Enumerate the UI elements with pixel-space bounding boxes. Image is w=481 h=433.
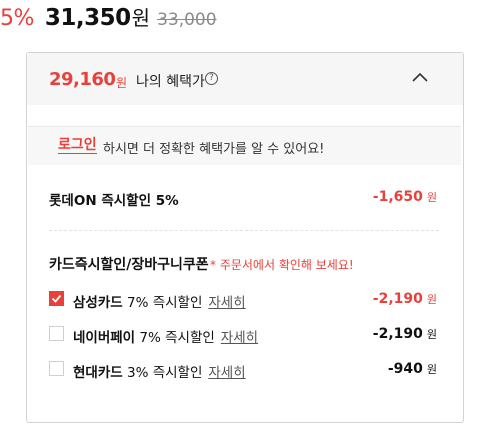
card-checkbox-naverpay[interactable] bbox=[49, 326, 64, 341]
check-icon bbox=[51, 294, 62, 303]
card-checkbox-hyundai[interactable] bbox=[49, 361, 64, 376]
card-item-hyundai: 현대카드 3% 즉시할인 자세히 bbox=[73, 365, 246, 381]
instant-discount-label: 롯데ON 즉시할인 5% bbox=[49, 193, 179, 209]
instant-discount-amount: -1,650 원 bbox=[372, 189, 437, 205]
final-price-unit: 원 bbox=[131, 6, 151, 30]
detail-link[interactable]: 자세히 bbox=[208, 295, 245, 311]
original-price: 33,000 bbox=[157, 10, 217, 30]
benefit-panel-header[interactable]: 29,160 원 나의 혜택가 ? bbox=[27, 53, 463, 105]
benefit-panel: 29,160 원 나의 혜택가 ? 로그인 하시면 더 정확한 혜택가를 알 수… bbox=[26, 52, 464, 423]
login-link[interactable]: 로그인 bbox=[58, 137, 97, 154]
card-item-samsung: 삼성카드 7% 즉시할인 자세히 bbox=[73, 295, 246, 311]
card-item-naverpay: 네이버페이 7% 즉시할인 자세히 bbox=[73, 330, 259, 346]
detail-link[interactable]: 자세히 bbox=[208, 365, 245, 381]
best-price-label: 나의 혜택가 bbox=[136, 74, 205, 90]
login-message: 하시면 더 정확한 혜택가를 알 수 있어요! bbox=[103, 142, 325, 157]
help-icon[interactable]: ? bbox=[205, 72, 218, 85]
discount-rate: 5% bbox=[0, 6, 34, 31]
best-price-unit: 원 bbox=[116, 76, 128, 90]
card-amount-naverpay: -2,190 원 bbox=[372, 326, 437, 342]
card-amount-samsung: -2,190 원 bbox=[372, 291, 437, 307]
login-notice: 로그인 하시면 더 정확한 혜택가를 알 수 있어요! bbox=[28, 126, 461, 165]
card-section-title: 카드즉시할인/장바구니쿠폰 bbox=[49, 257, 209, 273]
detail-link[interactable]: 자세히 bbox=[221, 330, 258, 346]
best-price: 29,160 bbox=[49, 69, 116, 90]
card-checkbox-samsung[interactable] bbox=[49, 291, 64, 306]
card-section-note: * 주문서에서 확인해 보세요! bbox=[210, 258, 354, 272]
divider bbox=[49, 230, 439, 231]
price-summary: 5% 31,350 원 33,000 bbox=[0, 2, 217, 34]
final-price: 31,350 bbox=[44, 5, 131, 31]
chevron-up-icon[interactable] bbox=[410, 70, 430, 84]
card-amount-hyundai: -940 원 bbox=[387, 361, 437, 377]
